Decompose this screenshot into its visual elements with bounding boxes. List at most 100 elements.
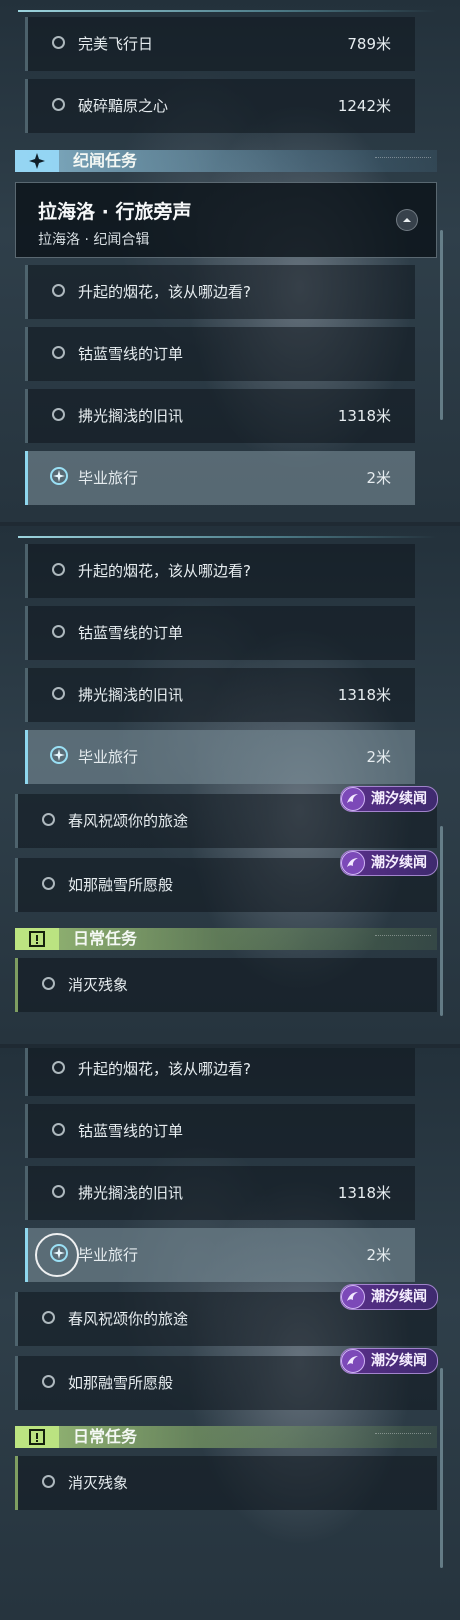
- quest-distance: 1318米: [337, 1184, 391, 1202]
- quest-panel-3: 升起的烟花，该从哪边看? 钴蓝雪线的订单 拂光搁浅的旧讯 1318米 毕业旅行 …: [0, 1048, 460, 1620]
- quest-label: 拂光搁浅的旧讯: [78, 1184, 184, 1202]
- story-collection-card[interactable]: 拉海洛 · 行旅旁声 拉海洛 · 纪闻合辑: [15, 182, 437, 258]
- tide-swirl-icon: [341, 787, 365, 811]
- section-title: 日常任务: [73, 1427, 138, 1446]
- radio-icon: [52, 1185, 65, 1198]
- badge-label: 潮汐续闻: [371, 1289, 427, 1305]
- badge-label: 潮汐续闻: [371, 791, 427, 807]
- scrollbar[interactable]: [440, 230, 443, 420]
- quest-row[interactable]: 破碎黯原之心 1242米: [25, 79, 415, 133]
- quest-panel-1: 完美飞行日 789米 破碎黯原之心 1242米 纪闻任务 拉海洛 · 行旅旁声 …: [0, 0, 460, 522]
- section-title: 日常任务: [73, 929, 138, 948]
- target-icon: [49, 745, 69, 765]
- badge-label: 潮汐续闻: [371, 855, 427, 871]
- quest-row[interactable]: 消灭残象: [15, 958, 437, 1012]
- quest-label: 如那融雪所愿般: [68, 1374, 174, 1392]
- quest-label: 钴蓝雪线的订单: [78, 624, 184, 642]
- quest-label: 春风祝颂你的旅途: [68, 812, 189, 830]
- radio-icon: [42, 1375, 55, 1388]
- panel-top-divider: [18, 10, 438, 12]
- card-subtitle: 拉海洛 · 纪闻合辑: [38, 232, 150, 248]
- quest-label: 完美飞行日: [78, 35, 154, 53]
- radio-icon: [52, 284, 65, 297]
- quest-distance: 1318米: [337, 686, 391, 704]
- quest-row[interactable]: 升起的烟花，该从哪边看?: [25, 544, 415, 598]
- quest-row-tracked[interactable]: 毕业旅行 2米: [25, 1228, 415, 1282]
- quest-row[interactable]: 升起的烟花，该从哪边看?: [25, 1048, 415, 1096]
- tide-swirl-icon: [341, 851, 365, 875]
- tide-sequel-badge: 潮汐续闻: [340, 1348, 438, 1374]
- quest-label: 破碎黯原之心: [78, 97, 169, 115]
- alert-box-icon: [15, 1426, 59, 1448]
- section-title: 纪闻任务: [73, 151, 138, 170]
- radio-icon: [42, 1311, 55, 1324]
- quest-distance: 789米: [347, 35, 391, 53]
- quest-label: 如那融雪所愿般: [68, 876, 174, 894]
- quest-label: 钴蓝雪线的订单: [78, 1122, 184, 1140]
- quest-distance: 2米: [366, 469, 391, 487]
- scrollbar[interactable]: [440, 826, 443, 1016]
- quest-label: 毕业旅行: [78, 1246, 139, 1264]
- radio-icon: [52, 687, 65, 700]
- quest-label: 拂光搁浅的旧讯: [78, 407, 184, 425]
- quest-row[interactable]: 拂光搁浅的旧讯 1318米: [25, 1166, 415, 1220]
- quest-label: 消灭残象: [68, 1474, 129, 1492]
- radio-icon: [52, 408, 65, 421]
- quest-label: 钴蓝雪线的订单: [78, 345, 184, 363]
- quest-label: 拂光搁浅的旧讯: [78, 686, 184, 704]
- quest-row[interactable]: 钴蓝雪线的订单: [25, 606, 415, 660]
- quest-distance: 1318米: [337, 407, 391, 425]
- daily-quest-header: 日常任务: [15, 928, 437, 950]
- quest-label: 升起的烟花，该从哪边看?: [78, 283, 251, 301]
- quest-row[interactable]: 升起的烟花，该从哪边看?: [25, 265, 415, 319]
- radio-icon: [42, 877, 55, 890]
- quest-row[interactable]: 拂光搁浅的旧讯 1318米: [25, 389, 415, 443]
- radio-icon: [52, 36, 65, 49]
- panel-top-divider: [18, 536, 438, 538]
- quest-distance: 2米: [366, 748, 391, 766]
- radio-icon: [52, 563, 65, 576]
- alert-box-icon: [15, 928, 59, 950]
- quest-label: 毕业旅行: [78, 748, 139, 766]
- quest-row[interactable]: 钴蓝雪线的订单: [25, 1104, 415, 1158]
- tide-sequel-badge: 潮汐续闻: [340, 850, 438, 876]
- card-title: 拉海洛 · 行旅旁声: [38, 201, 192, 223]
- quest-row[interactable]: 钴蓝雪线的订单: [25, 327, 415, 381]
- quest-label: 毕业旅行: [78, 469, 139, 487]
- quest-panel-2: 升起的烟花，该从哪边看? 钴蓝雪线的订单 拂光搁浅的旧讯 1318米 毕业旅行 …: [0, 526, 460, 1044]
- quest-row-tracked[interactable]: 毕业旅行 2米: [25, 730, 415, 784]
- quest-row[interactable]: 拂光搁浅的旧讯 1318米: [25, 668, 415, 722]
- quest-distance: 1242米: [337, 97, 391, 115]
- section-decoration: [375, 1433, 431, 1440]
- target-icon: [49, 466, 69, 486]
- quest-row-tracked[interactable]: 毕业旅行 2米: [25, 451, 415, 505]
- radio-icon: [52, 1061, 65, 1074]
- quest-label: 升起的烟花，该从哪边看?: [78, 1060, 251, 1078]
- chevron-up-icon[interactable]: [396, 209, 418, 231]
- sparkle-icon: [15, 150, 59, 172]
- tide-sequel-badge: 潮汐续闻: [340, 1284, 438, 1310]
- daily-quest-header: 日常任务: [15, 1426, 437, 1448]
- quest-label: 升起的烟花，该从哪边看?: [78, 562, 251, 580]
- badge-label: 潮汐续闻: [371, 1353, 427, 1369]
- radio-icon: [42, 977, 55, 990]
- quest-distance: 2米: [366, 1246, 391, 1264]
- radio-icon: [42, 1475, 55, 1488]
- quest-label: 春风祝颂你的旅途: [68, 1310, 189, 1328]
- quest-row[interactable]: 消灭残象: [15, 1456, 437, 1510]
- scrollbar[interactable]: [440, 1368, 443, 1568]
- radio-icon: [42, 813, 55, 826]
- tide-swirl-icon: [341, 1349, 365, 1373]
- story-quest-header: 纪闻任务: [15, 150, 437, 172]
- tide-swirl-icon: [341, 1285, 365, 1309]
- section-decoration: [375, 157, 431, 164]
- radio-icon: [52, 625, 65, 638]
- quest-row[interactable]: 完美飞行日 789米: [25, 17, 415, 71]
- radio-icon: [52, 98, 65, 111]
- section-decoration: [375, 935, 431, 942]
- tap-indicator: [35, 1233, 79, 1277]
- radio-icon: [52, 1123, 65, 1136]
- tide-sequel-badge: 潮汐续闻: [340, 786, 438, 812]
- quest-label: 消灭残象: [68, 976, 129, 994]
- radio-icon: [52, 346, 65, 359]
